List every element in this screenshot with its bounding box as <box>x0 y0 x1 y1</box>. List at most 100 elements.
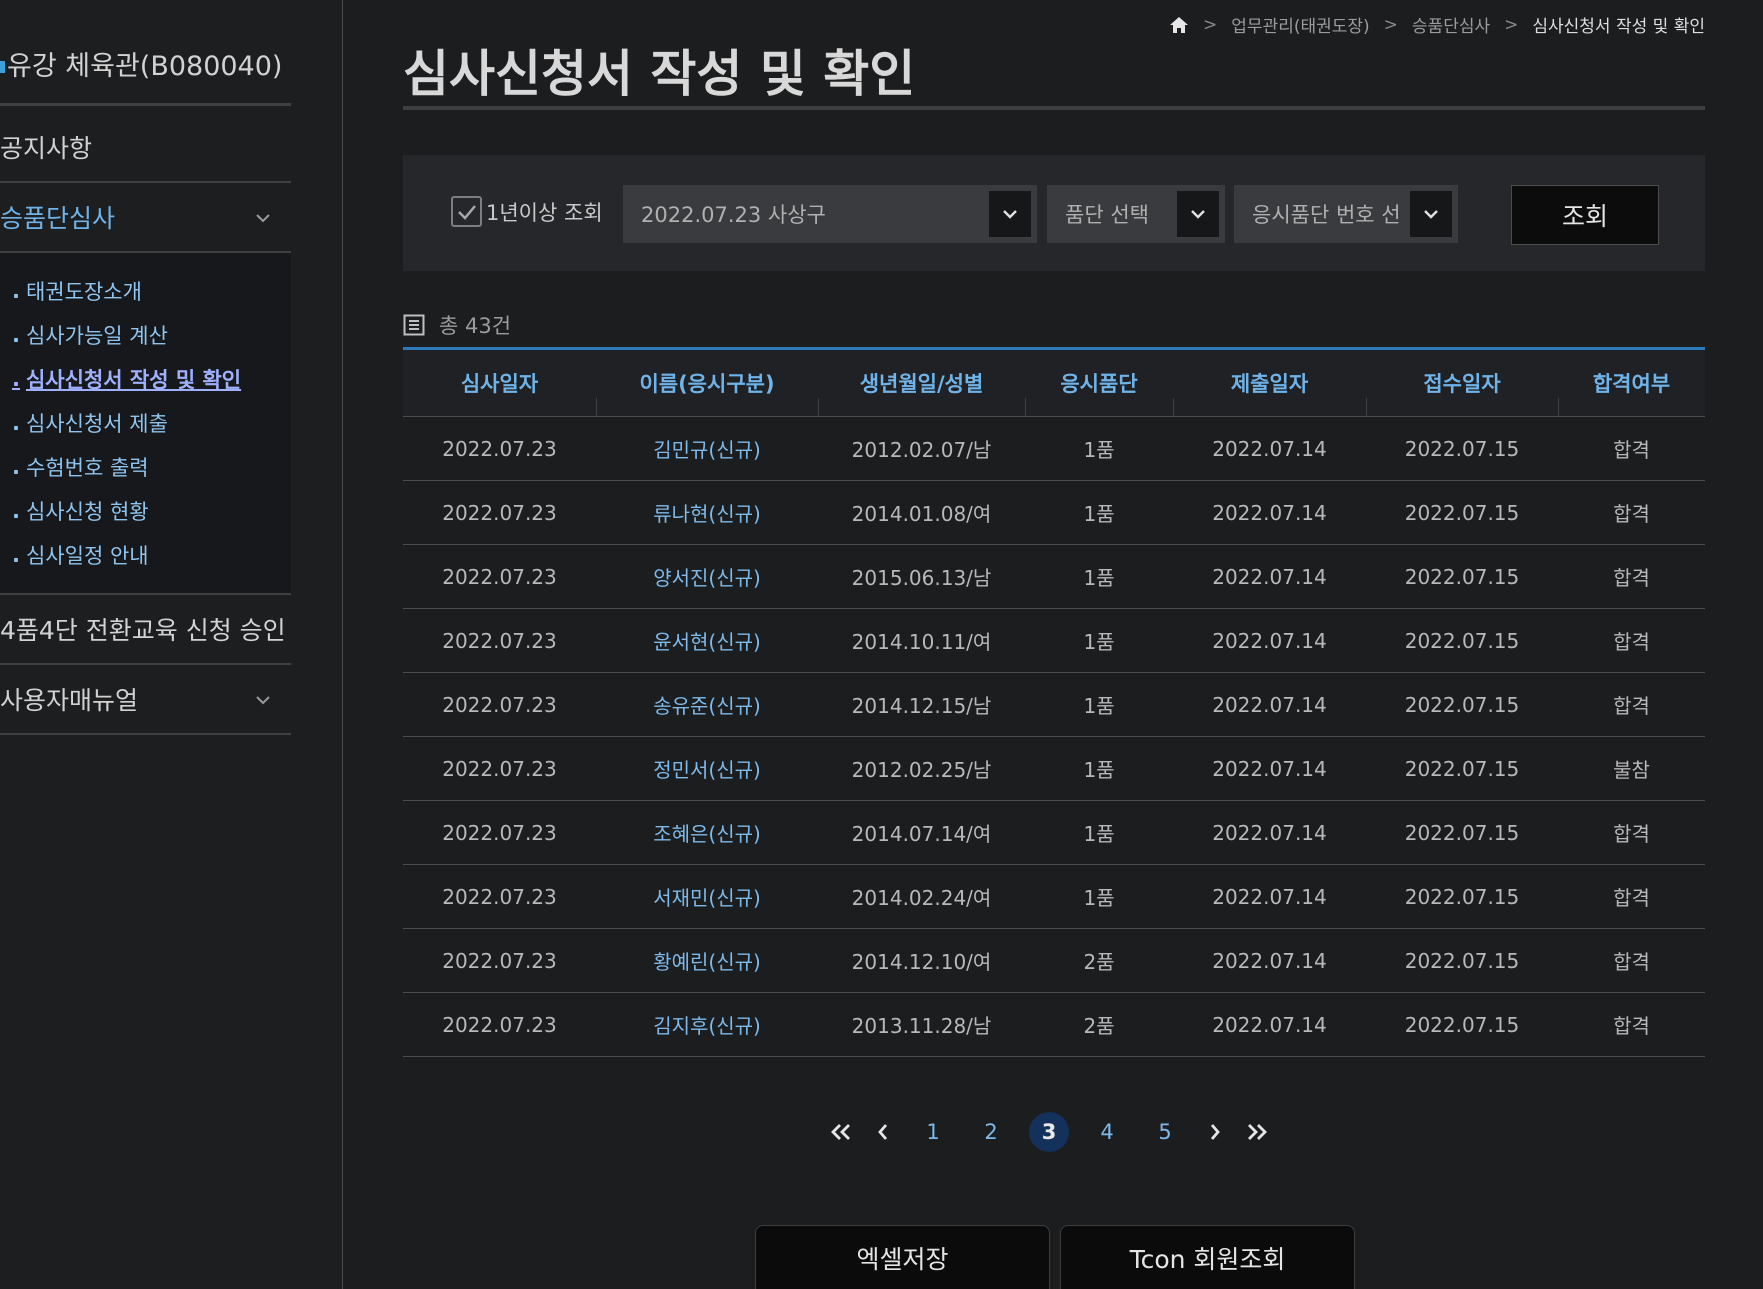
applicant-name-link[interactable]: 황예린(신규) <box>596 928 818 993</box>
table-cell: 2012.02.25/남 <box>818 736 1025 801</box>
chevron-down-icon[interactable] <box>989 191 1031 237</box>
sidebar-item-notice[interactable]: 공지사항 <box>0 113 291 183</box>
exam-number-select[interactable]: 응시품단 번호 선 <box>1234 185 1458 243</box>
applicant-name-link[interactable]: 김지후(신규) <box>596 992 818 1057</box>
table-row[interactable]: 2022.07.23 윤서현(신규) 2014.10.11/여 1품 2022.07.1… <box>403 608 1705 673</box>
table-cell: 1품 <box>1025 480 1173 545</box>
table-cell: 2022.07.14 <box>1173 800 1366 865</box>
column-header[interactable]: 이름(응시구분) <box>596 347 818 418</box>
home-icon[interactable] <box>1169 16 1189 34</box>
first-page-icon[interactable] <box>824 1112 858 1152</box>
excel-export-button[interactable]: 엑셀저장 <box>755 1225 1050 1289</box>
submenu-bullet: . <box>12 543 20 567</box>
table-cell: 2022.07.23 <box>403 608 596 673</box>
column-header[interactable]: 생년월일/성별 <box>818 347 1025 418</box>
table-cell: 2014.12.15/남 <box>818 672 1025 737</box>
table-cell: 2022.07.23 <box>403 736 596 801</box>
table-row[interactable]: 2022.07.23 조혜은(신규) 2014.07.14/여 1품 2022.07.1… <box>403 800 1705 865</box>
submenu-item-exam-number[interactable]: . 수험번호 출력 <box>12 445 291 489</box>
table-cell: 2022.07.15 <box>1366 672 1558 737</box>
applicant-name-link[interactable]: 서재민(신규) <box>596 864 818 929</box>
table-cell: 2품 <box>1025 928 1173 993</box>
applicant-name-link[interactable]: 윤서현(신규) <box>596 608 818 673</box>
pagination: 1 2 3 4 5 <box>820 1110 1278 1154</box>
submenu-item-label: 태권도장소개 <box>25 280 142 304</box>
title-divider <box>403 106 1705 110</box>
column-header[interactable]: 합격여부 <box>1558 347 1705 418</box>
table-cell: 2014.01.08/여 <box>818 480 1025 545</box>
breadcrumb-item[interactable]: 승품단심사 <box>1412 12 1490 37</box>
sidebar-item-conversion-training[interactable]: 4품4단 전환교육 신청 승인 <box>0 595 291 665</box>
column-header[interactable]: 접수일자 <box>1366 347 1558 418</box>
submenu-item-label: 심사가능일 계산 <box>25 324 168 348</box>
submenu-item-dojang-intro[interactable]: . 태권도장소개 <box>12 269 291 313</box>
submenu-item-application-write[interactable]: . 심사신청서 작성 및 확인 <box>12 357 291 401</box>
check-icon[interactable] <box>451 196 482 227</box>
submenu-item-eligible-date[interactable]: . 심사가능일 계산 <box>12 313 291 357</box>
page-button[interactable]: 5 <box>1145 1112 1185 1152</box>
table-cell: 2015.06.13/남 <box>818 544 1025 609</box>
column-header[interactable]: 제출일자 <box>1173 347 1366 418</box>
result-count-text: 총 43건 <box>439 314 512 338</box>
column-header[interactable]: 응시품단 <box>1025 347 1173 418</box>
sidebar-item-label: 공지사항 <box>0 134 93 163</box>
submenu-bullet: . <box>12 411 20 435</box>
table-row[interactable]: 2022.07.23 류나현(신규) 2014.01.08/여 1품 2022.07.1… <box>403 480 1705 545</box>
chevron-down-icon <box>255 207 271 228</box>
submenu-bullet: . <box>12 455 20 479</box>
select-value: 응시품단 번호 선 <box>1252 203 1401 227</box>
exam-date-select[interactable]: 2022.07.23 사상구 <box>623 185 1037 243</box>
table-cell: 2022.07.15 <box>1366 928 1558 993</box>
table-cell: 2022.07.14 <box>1173 736 1366 801</box>
sidebar-item-user-manual[interactable]: 사용자매뉴얼 <box>0 665 291 735</box>
submenu-item-exam-schedule[interactable]: . 심사일정 안내 <box>12 533 291 577</box>
one-year-checkbox[interactable]: 1년이상 조회 <box>451 196 603 227</box>
sidebar-item-label: 사용자매뉴얼 <box>0 686 139 715</box>
applicant-name-link[interactable]: 김민규(신규) <box>596 416 818 481</box>
submenu-item-label: 심사일정 안내 <box>25 544 149 568</box>
chevron-down-icon[interactable] <box>1177 191 1219 237</box>
breadcrumb-separator: > <box>1504 14 1519 35</box>
submenu-item-label: 심사신청서 제출 <box>25 412 168 436</box>
table-row[interactable]: 2022.07.23 황예린(신규) 2014.12.10/여 2품 2022.07.1… <box>403 928 1705 993</box>
table-row[interactable]: 2022.07.23 김지후(신규) 2013.11.28/남 2품 2022.07.1… <box>403 992 1705 1057</box>
table-cell: 2022.07.14 <box>1173 480 1366 545</box>
applicant-name-link[interactable]: 류나현(신규) <box>596 480 818 545</box>
table-cell: 2014.12.10/여 <box>818 928 1025 993</box>
table-row[interactable]: 2022.07.23 김민규(신규) 2012.02.07/남 1품 2022.07.1… <box>403 416 1705 481</box>
table-cell: 2022.07.23 <box>403 928 596 993</box>
next-page-icon[interactable] <box>1198 1112 1232 1152</box>
tcon-member-search-button[interactable]: Tcon 회원조회 <box>1060 1225 1355 1289</box>
submenu-item-application-submit[interactable]: . 심사신청서 제출 <box>12 401 291 445</box>
column-header[interactable]: 심사일자 <box>403 347 596 417</box>
applicant-name-link[interactable]: 정민서(신규) <box>596 736 818 801</box>
search-button[interactable]: 조회 <box>1511 185 1659 245</box>
submenu-bullet: . <box>12 323 20 347</box>
result-count: 총 43건 <box>403 310 511 340</box>
select-value: 2022.07.23 사상구 <box>641 203 826 227</box>
prev-page-icon[interactable] <box>866 1112 900 1152</box>
rank-select[interactable]: 품단 선택 <box>1047 185 1225 243</box>
submenu-item-application-status[interactable]: . 심사신청 현황 <box>12 489 291 533</box>
table-row[interactable]: 2022.07.23 정민서(신규) 2012.02.25/남 1품 2022.07.1… <box>403 736 1705 801</box>
sidebar-item-label: 승품단심사 <box>0 204 116 233</box>
table-cell: 2022.07.23 <box>403 416 596 481</box>
table-row[interactable]: 2022.07.23 양서진(신규) 2015.06.13/남 1품 2022.07.1… <box>403 544 1705 609</box>
page-button[interactable]: 4 <box>1087 1112 1127 1152</box>
applicant-name-link[interactable]: 양서진(신규) <box>596 544 818 609</box>
page-button-current[interactable]: 3 <box>1029 1112 1069 1152</box>
applicant-name-link[interactable]: 조혜은(신규) <box>596 800 818 865</box>
applicant-name-link[interactable]: 송유준(신규) <box>596 672 818 737</box>
application-table: 심사일자 이름(응시구분) 생년월일/성별 응시품단 제출일자 접수일자 합격여… <box>403 347 1705 1057</box>
page-button[interactable]: 2 <box>971 1112 1011 1152</box>
table-cell: 합격 <box>1558 608 1705 673</box>
breadcrumb-item[interactable]: 업무관리(태권도장) <box>1231 12 1369 37</box>
last-page-icon[interactable] <box>1240 1112 1274 1152</box>
table-cell: 2022.07.14 <box>1173 416 1366 481</box>
page-button[interactable]: 1 <box>913 1112 953 1152</box>
table-row[interactable]: 2022.07.23 서재민(신규) 2014.02.24/여 1품 2022.07.1… <box>403 864 1705 929</box>
chevron-down-icon[interactable] <box>1410 191 1452 237</box>
table-row[interactable]: 2022.07.23 송유준(신규) 2014.12.15/남 1품 2022.07.1… <box>403 672 1705 737</box>
table-cell: 2014.10.11/여 <box>818 608 1025 673</box>
sidebar-item-promotion-exam[interactable]: 승품단심사 <box>0 183 291 253</box>
